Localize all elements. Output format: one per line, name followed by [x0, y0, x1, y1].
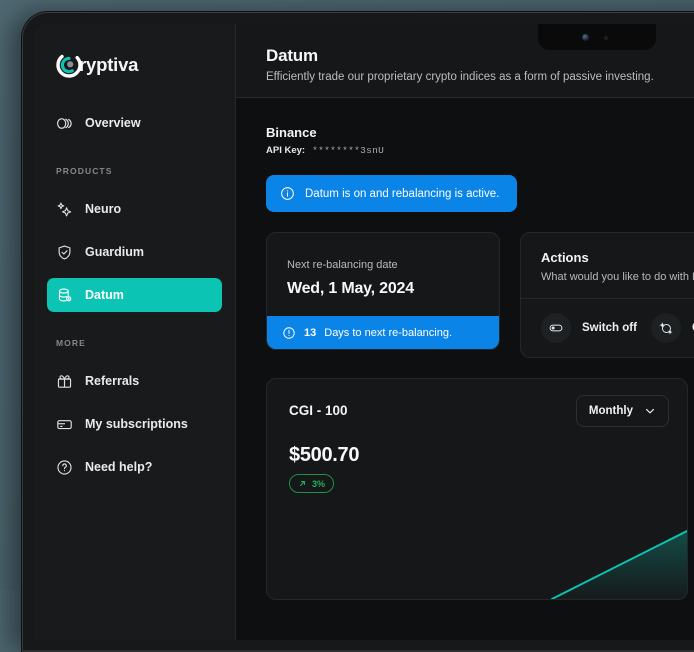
index-card-header: CGI - 100 Monthly	[267, 379, 687, 427]
sidebar-section-products: PRODUCTS	[34, 166, 235, 176]
alert-circle-icon	[282, 326, 296, 340]
question-circle-icon	[56, 459, 73, 476]
gift-icon	[56, 373, 73, 390]
index-title: CGI - 100	[289, 395, 348, 418]
api-key-row: API Key: ********3snU	[266, 145, 694, 156]
index-delta-badge: 3%	[289, 474, 334, 493]
sidebar-item-label: Datum	[85, 288, 124, 302]
sidebar-item-label: Overview	[85, 116, 141, 130]
sidebar: ryptiva Overview PRODUCTS	[34, 24, 236, 640]
main-content: Datum Efficiently trade our proprietary …	[236, 24, 694, 640]
rebalance-label: Next re-balancing date	[287, 259, 479, 271]
period-dropdown[interactable]: Monthly	[576, 395, 669, 427]
shield-check-icon	[56, 244, 73, 261]
period-value: Monthly	[589, 405, 633, 417]
api-key-label: API Key:	[266, 145, 305, 156]
exchange-name: Binance	[266, 125, 694, 140]
sidebar-section-more: MORE	[34, 338, 235, 348]
status-banner: Datum is on and rebalancing is active.	[266, 175, 517, 212]
brand-logo[interactable]: ryptiva	[34, 24, 235, 78]
status-banner-text: Datum is on and rebalancing is active.	[305, 188, 499, 200]
actions-card-header: Actions What would you like to do with D…	[521, 233, 694, 299]
sidebar-item-label: Need help?	[85, 460, 152, 474]
switch-off-button[interactable]: Switch off	[541, 313, 637, 343]
sidebar-item-label: Guardium	[85, 245, 144, 259]
sidebar-item-overview[interactable]: Overview	[47, 106, 222, 140]
rebalance-footer: 13 Days to next re-balancing.	[267, 316, 499, 349]
rebalance-date: Wed, 1 May, 2024	[287, 280, 479, 298]
actions-card-body: Switch off	[521, 299, 694, 357]
change-index-button[interactable]: Ch	[651, 313, 694, 343]
rebalance-days-text: Days to next re-balancing.	[324, 327, 452, 339]
page-subtitle: Efficiently trade our proprietary crypto…	[266, 71, 694, 83]
toggle-off-icon	[541, 313, 571, 343]
laptop-screen: ryptiva Overview PRODUCTS	[34, 24, 694, 640]
cryptiva-app: ryptiva Overview PRODUCTS	[34, 24, 694, 640]
sidebar-item-my-subscriptions[interactable]: My subscriptions	[47, 407, 222, 441]
database-icon	[56, 287, 73, 304]
arrow-up-right-icon	[298, 479, 307, 488]
chevron-down-icon	[644, 405, 656, 417]
index-delta-value: 3%	[312, 479, 325, 489]
sidebar-item-need-help[interactable]: Need help?	[47, 450, 222, 484]
content-area: Binance API Key: ********3snU	[236, 98, 694, 640]
camera-icon	[582, 34, 589, 41]
index-price: $500.70	[267, 427, 687, 467]
card-icon	[56, 416, 73, 433]
brand-name: ryptiva	[79, 54, 138, 76]
actions-title: Actions	[541, 250, 694, 265]
sidebar-item-label: Neuro	[85, 202, 121, 216]
desktop-background: ryptiva Overview PRODUCTS	[0, 0, 694, 590]
refresh-sparkle-icon	[651, 313, 681, 343]
index-card: CGI - 100 Monthly $500.70	[266, 378, 688, 600]
info-circle-icon	[280, 186, 295, 201]
sidebar-item-referrals[interactable]: Referrals	[47, 364, 222, 398]
sidebar-item-datum[interactable]: Datum	[47, 278, 222, 312]
sensor-dot-icon	[604, 36, 608, 40]
sidebar-item-neuro[interactable]: Neuro	[47, 192, 222, 226]
rebalance-card-body: Next re-balancing date Wed, 1 May, 2024	[267, 233, 499, 316]
actions-card: Actions What would you like to do with D…	[520, 232, 694, 358]
laptop-camera-notch	[538, 24, 656, 50]
actions-subtitle: What would you like to do with Da	[541, 271, 694, 283]
cards-row: Next re-balancing date Wed, 1 May, 2024	[266, 232, 694, 358]
sidebar-item-label: Referrals	[85, 374, 139, 388]
sidebar-item-label: My subscriptions	[85, 417, 188, 431]
sparkle-icon	[56, 201, 73, 218]
cryptiva-circle-logo-icon	[56, 52, 82, 78]
sidebar-item-guardium[interactable]: Guardium	[47, 235, 222, 269]
rebalance-days-count: 13	[304, 327, 316, 339]
api-key-value: ********3snU	[312, 145, 384, 156]
layers-icon	[56, 115, 73, 132]
rebalance-card: Next re-balancing date Wed, 1 May, 2024	[266, 232, 500, 350]
index-sparkline-chart	[457, 529, 687, 599]
switch-off-label: Switch off	[582, 322, 637, 334]
